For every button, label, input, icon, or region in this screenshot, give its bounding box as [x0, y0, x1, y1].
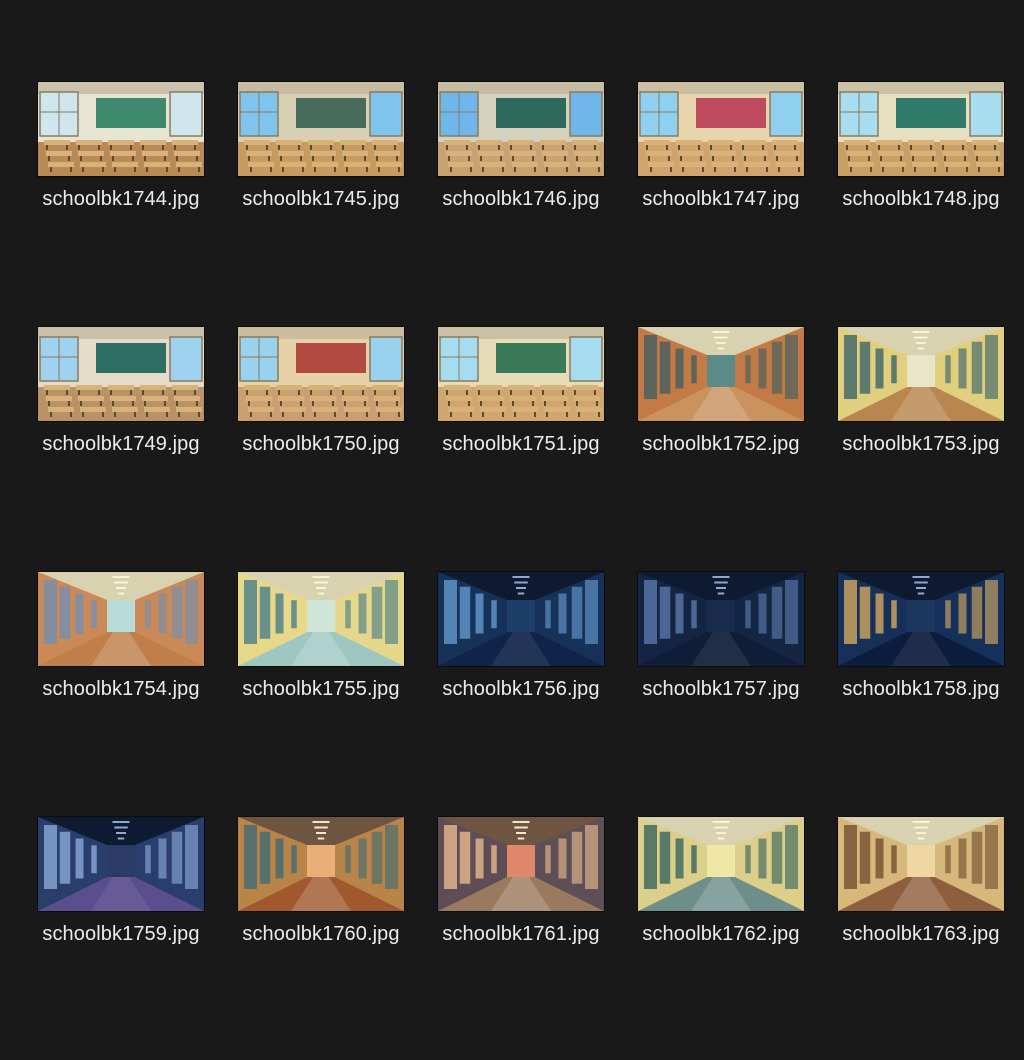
file-name-label: schoolbk1748.jpg: [842, 188, 1000, 210]
file-tile[interactable]: schoolbk1750.jpg: [221, 325, 421, 570]
file-name-label: schoolbk1758.jpg: [842, 678, 1000, 700]
file-thumbnail[interactable]: [38, 327, 204, 421]
file-thumbnail[interactable]: [638, 817, 804, 911]
file-thumbnail[interactable]: [238, 327, 404, 421]
file-grid: schoolbk1744.jpg schoolbk1745.jpg schoolbk…: [21, 80, 1021, 1060]
file-tile[interactable]: schoolbk1751.jpg: [421, 325, 621, 570]
file-thumbnail[interactable]: [238, 817, 404, 911]
file-tile[interactable]: schoolbk1753.jpg: [821, 325, 1021, 570]
file-tile[interactable]: schoolbk1752.jpg: [621, 325, 821, 570]
file-name-label: schoolbk1747.jpg: [642, 188, 800, 210]
file-thumbnail[interactable]: [838, 572, 1004, 666]
file-name-label: schoolbk1761.jpg: [442, 923, 600, 945]
file-thumbnail[interactable]: [638, 82, 804, 176]
file-tile[interactable]: schoolbk1745.jpg: [221, 80, 421, 325]
file-tile[interactable]: schoolbk1758.jpg: [821, 570, 1021, 815]
file-thumbnail[interactable]: [438, 572, 604, 666]
file-tile[interactable]: schoolbk1744.jpg: [21, 80, 221, 325]
file-thumbnail[interactable]: [838, 327, 1004, 421]
file-tile[interactable]: schoolbk1746.jpg: [421, 80, 621, 325]
file-tile[interactable]: schoolbk1754.jpg: [21, 570, 221, 815]
file-thumbnail[interactable]: [638, 572, 804, 666]
file-name-label: schoolbk1754.jpg: [42, 678, 200, 700]
file-tile[interactable]: schoolbk1762.jpg: [621, 815, 821, 1060]
file-thumbnail[interactable]: [638, 327, 804, 421]
file-thumbnail[interactable]: [38, 817, 204, 911]
file-name-label: schoolbk1753.jpg: [842, 433, 1000, 455]
file-thumbnail[interactable]: [838, 82, 1004, 176]
file-thumbnail[interactable]: [838, 817, 1004, 911]
file-name-label: schoolbk1755.jpg: [242, 678, 400, 700]
file-thumbnail[interactable]: [438, 817, 604, 911]
file-name-label: schoolbk1744.jpg: [42, 188, 200, 210]
file-name-label: schoolbk1750.jpg: [242, 433, 400, 455]
file-tile[interactable]: schoolbk1757.jpg: [621, 570, 821, 815]
file-tile[interactable]: schoolbk1763.jpg: [821, 815, 1021, 1060]
file-tile[interactable]: schoolbk1761.jpg: [421, 815, 621, 1060]
file-name-label: schoolbk1749.jpg: [42, 433, 200, 455]
file-tile[interactable]: schoolbk1759.jpg: [21, 815, 221, 1060]
file-thumbnail[interactable]: [238, 572, 404, 666]
file-tile[interactable]: schoolbk1748.jpg: [821, 80, 1021, 325]
file-tile[interactable]: schoolbk1755.jpg: [221, 570, 421, 815]
file-name-label: schoolbk1760.jpg: [242, 923, 400, 945]
file-name-label: schoolbk1759.jpg: [42, 923, 200, 945]
file-tile[interactable]: schoolbk1749.jpg: [21, 325, 221, 570]
file-name-label: schoolbk1756.jpg: [442, 678, 600, 700]
file-thumbnail[interactable]: [38, 82, 204, 176]
file-thumbnail[interactable]: [438, 82, 604, 176]
file-tile[interactable]: schoolbk1756.jpg: [421, 570, 621, 815]
file-name-label: schoolbk1745.jpg: [242, 188, 400, 210]
file-name-label: schoolbk1752.jpg: [642, 433, 800, 455]
file-thumbnail[interactable]: [438, 327, 604, 421]
file-name-label: schoolbk1763.jpg: [842, 923, 1000, 945]
file-thumbnail[interactable]: [38, 572, 204, 666]
file-thumbnail[interactable]: [238, 82, 404, 176]
file-name-label: schoolbk1757.jpg: [642, 678, 800, 700]
file-name-label: schoolbk1746.jpg: [442, 188, 600, 210]
file-tile[interactable]: schoolbk1760.jpg: [221, 815, 421, 1060]
file-name-label: schoolbk1762.jpg: [642, 923, 800, 945]
file-tile[interactable]: schoolbk1747.jpg: [621, 80, 821, 325]
file-name-label: schoolbk1751.jpg: [442, 433, 600, 455]
